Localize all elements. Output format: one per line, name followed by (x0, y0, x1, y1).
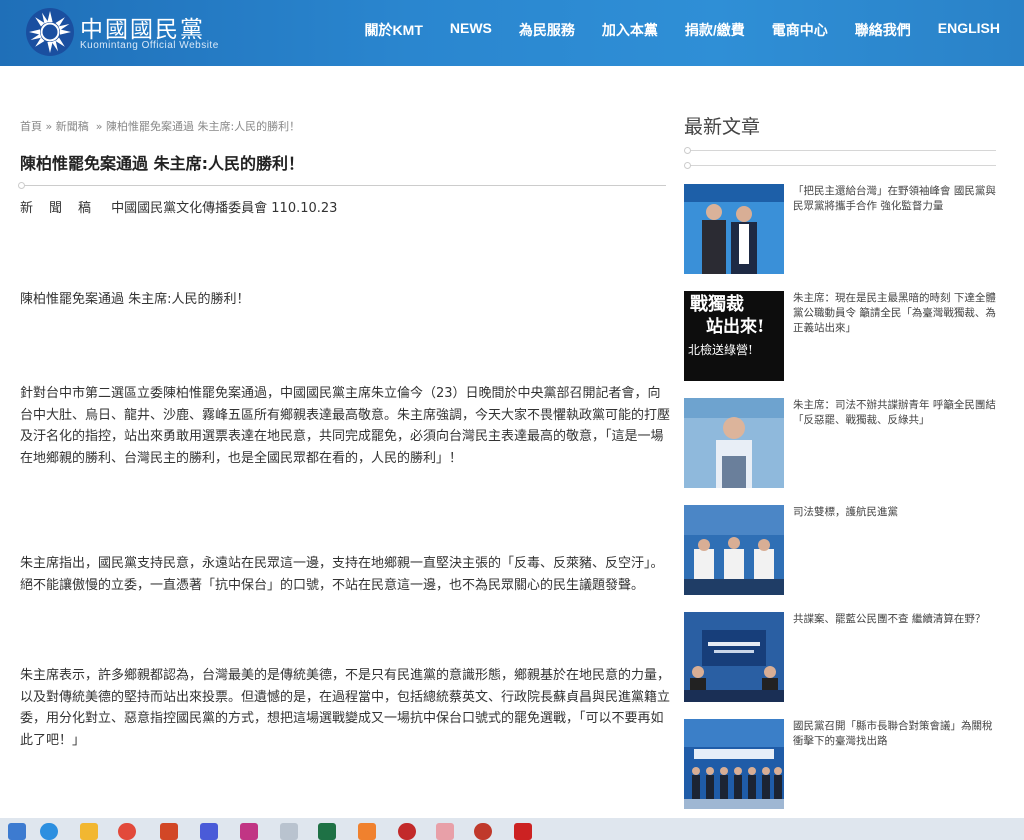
thumbnail-text: 北檢送綠營! (688, 343, 753, 357)
app-icon[interactable] (358, 823, 376, 840)
nav-public-service[interactable]: 為民服務 (519, 20, 575, 40)
app-icon[interactable] (398, 823, 416, 840)
post-title[interactable]: 國民黨召開「縣市長聯合對策會議」為關稅衝擊下的臺灣找出路 (793, 719, 998, 749)
nav-news[interactable]: NEWS (450, 20, 492, 40)
article-paragraph: 朱主席表示，許多鄉親都認為，台灣最美的是傳統美德，不是只有民進黨的意識形態，鄉親… (20, 668, 671, 748)
post-thumbnail[interactable] (684, 398, 784, 488)
article-paragraph: 朱主席指出，國民黨支持民意，永遠站在民眾這一邊，支持在地鄉親一直堅決主張的「反毒… (20, 556, 664, 593)
post-thumbnail[interactable] (684, 612, 784, 702)
app-icon[interactable] (200, 823, 218, 840)
byline-text: 中國國民黨文化傳播委員會 110.10.23 (111, 201, 338, 216)
edge-icon[interactable] (40, 823, 58, 840)
breadcrumb-separator: » (95, 120, 103, 133)
app-icon[interactable] (474, 823, 492, 840)
post-title[interactable]: 朱主席：現在是民主最黑暗的時刻 下達全體黨公職動員令 籲請全民「為臺灣戰獨裁、為… (793, 291, 998, 336)
post-thumbnail[interactable] (684, 505, 784, 595)
kmt-sun-emblem-icon[interactable] (26, 8, 74, 56)
thumbnail-text: 站出來! (706, 317, 765, 337)
breadcrumb-current: 陳柏惟罷免案通過 朱主席:人民的勝利！ (105, 120, 301, 133)
post-thumbnail[interactable]: 戰獨裁 站出來! 北檢送綠營! (684, 291, 784, 381)
excel-icon[interactable] (318, 823, 336, 840)
post-title[interactable]: 「把民主還給台灣」在野領袖峰會 國民黨與民眾黨將攜手合作 強化監督力量 (793, 184, 998, 214)
nav-contact[interactable]: 聯絡我們 (855, 20, 911, 40)
breadcrumb-home[interactable]: 首頁 (20, 120, 42, 133)
file-explorer-icon[interactable] (80, 823, 98, 840)
chrome-icon[interactable] (118, 823, 136, 840)
sidebar-divider (684, 162, 996, 169)
main-nav: 關於KMT NEWS 為民服務 加入本黨 捐款/繳費 電商中心 聯絡我們 ENG… (338, 20, 1000, 40)
sidebar-title: 最新文章 (684, 116, 761, 138)
breadcrumb-separator: » (45, 120, 53, 133)
powerpoint-icon[interactable] (160, 823, 178, 840)
os-taskbar (0, 818, 1024, 840)
post-thumbnail[interactable] (684, 719, 784, 809)
breadcrumb-section[interactable]: 新聞稿 (56, 120, 89, 133)
app-icon[interactable] (280, 823, 298, 840)
post-title[interactable]: 朱主席：司法不辦共諜辦青年 呼籲全民團結「反惡罷、戰獨裁、反綠共」 (793, 398, 998, 428)
nav-shop[interactable]: 電商中心 (772, 20, 828, 40)
thumbnail-text: 戰獨裁 (690, 294, 744, 315)
post-title[interactable]: 司法雙標，護航民進黨 (793, 505, 998, 520)
post-title[interactable]: 共諜案、罷藍公民團不查 繼續清算在野？ (793, 612, 998, 627)
gmail-icon[interactable] (514, 823, 532, 840)
sidebar-post[interactable]: 共諜案、罷藍公民團不查 繼續清算在野？ (684, 612, 996, 702)
sidebar-post[interactable]: 朱主席：司法不辦共諜辦青年 呼籲全民團結「反惡罷、戰獨裁、反綠共」 (684, 398, 996, 488)
app-icon[interactable] (436, 823, 454, 840)
site-header: 中國國民黨 Kuomintang Official Website 關於KMT … (0, 0, 1024, 66)
nav-donate[interactable]: 捐款/繳費 (685, 20, 745, 40)
instagram-icon[interactable] (240, 823, 258, 840)
brand-subtitle: Kuomintang Official Website (80, 40, 219, 51)
windows-icon[interactable] (8, 823, 26, 840)
article-byline: 新聞稿 中國國民黨文化傳播委員會 110.10.23 (20, 197, 337, 216)
sidebar-post[interactable]: 司法雙標，護航民進黨 (684, 505, 996, 595)
nav-about-kmt[interactable]: 關於KMT (365, 20, 423, 40)
nav-english[interactable]: ENGLISH (938, 20, 1000, 40)
sidebar-post[interactable]: 戰獨裁 站出來! 北檢送綠營! 朱主席：現在是民主最黑暗的時刻 下達全體黨公職動… (684, 291, 996, 381)
title-divider (18, 182, 666, 189)
sidebar-post[interactable]: 國民黨召開「縣市長聯合對策會議」為關稅衝擊下的臺灣找出路 (684, 719, 996, 809)
sidebar-post[interactable]: 「把民主還給台灣」在野領袖峰會 國民黨與民眾黨將攜手合作 強化監督力量 (684, 184, 996, 274)
sidebar-divider (684, 147, 996, 154)
nav-join-party[interactable]: 加入本黨 (602, 20, 658, 40)
article-title: 陳柏惟罷免案通過 朱主席:人民的勝利！ (20, 154, 304, 173)
post-thumbnail[interactable] (684, 184, 784, 274)
article-paragraph: 針對台中市第二選區立委陳柏惟罷免案通過，中國國民黨主席朱立倫今（23）日晚間於中… (20, 386, 671, 466)
brand-title[interactable]: 中國國民黨 (80, 10, 205, 44)
article-paragraph: 陳柏惟罷免案通過 朱主席:人民的勝利！ (20, 292, 250, 307)
breadcrumb: 首頁 » 新聞稿 » 陳柏惟罷免案通過 朱主席:人民的勝利！ (20, 118, 300, 134)
byline-label: 新聞稿 (20, 201, 108, 216)
